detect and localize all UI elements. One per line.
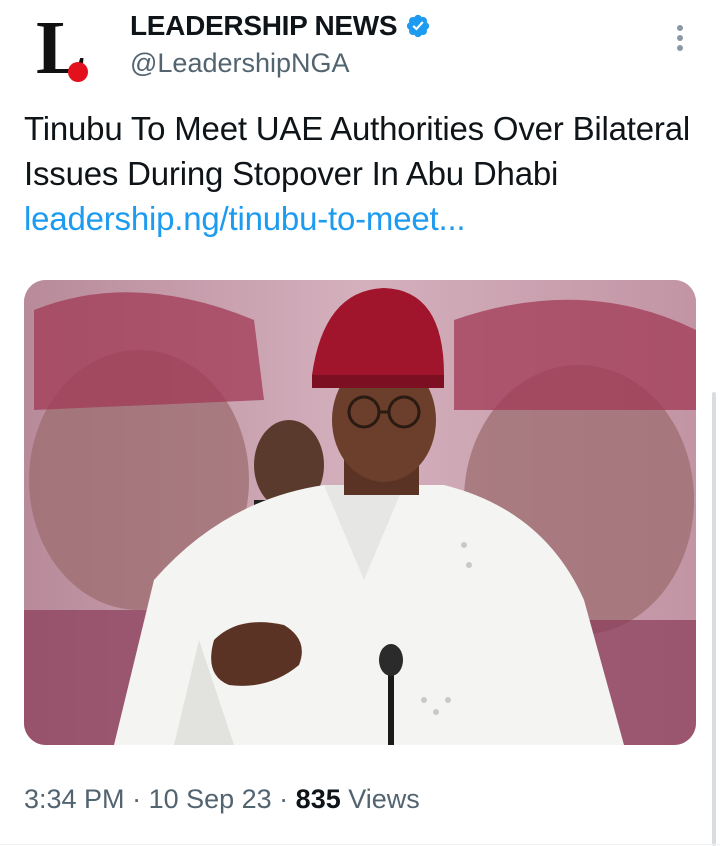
meta-separator: · <box>124 784 149 814</box>
author-handle[interactable]: @LeadershipNGA <box>130 48 350 79</box>
scrollbar[interactable] <box>712 392 716 846</box>
divider <box>0 844 720 845</box>
photo-illustration <box>24 280 696 745</box>
tweet-photo[interactable] <box>24 280 696 745</box>
logo-red-dot <box>68 62 88 82</box>
tweet-meta: 3:34 PM · 10 Sep 23 · 835 Views <box>24 784 420 815</box>
author-name-row[interactable]: LEADERSHIP NEWS <box>130 10 431 42</box>
views-count[interactable]: 835 <box>296 784 341 814</box>
verified-badge-icon <box>407 14 430 38</box>
more-options-icon[interactable] <box>666 22 694 58</box>
tweet-time[interactable]: 3:34 PM <box>24 784 125 814</box>
tweet-text: Tinubu To Meet UAE Authorities Over Bila… <box>24 106 696 241</box>
avatar[interactable]: L <box>24 10 108 94</box>
tweet-date[interactable]: 10 Sep 23 <box>149 784 272 814</box>
tweet-body: Tinubu To Meet UAE Authorities Over Bila… <box>24 110 690 192</box>
views-label[interactable]: Views <box>341 784 420 814</box>
display-name[interactable]: LEADERSHIP NEWS <box>130 10 398 42</box>
meta-separator: · <box>271 784 296 814</box>
tweet-link[interactable]: leadership.ng/tinubu-to-meet... <box>24 200 466 237</box>
tweet-card: L LEADERSHIP NEWS @LeadershipNGA Tinubu … <box>0 0 720 846</box>
